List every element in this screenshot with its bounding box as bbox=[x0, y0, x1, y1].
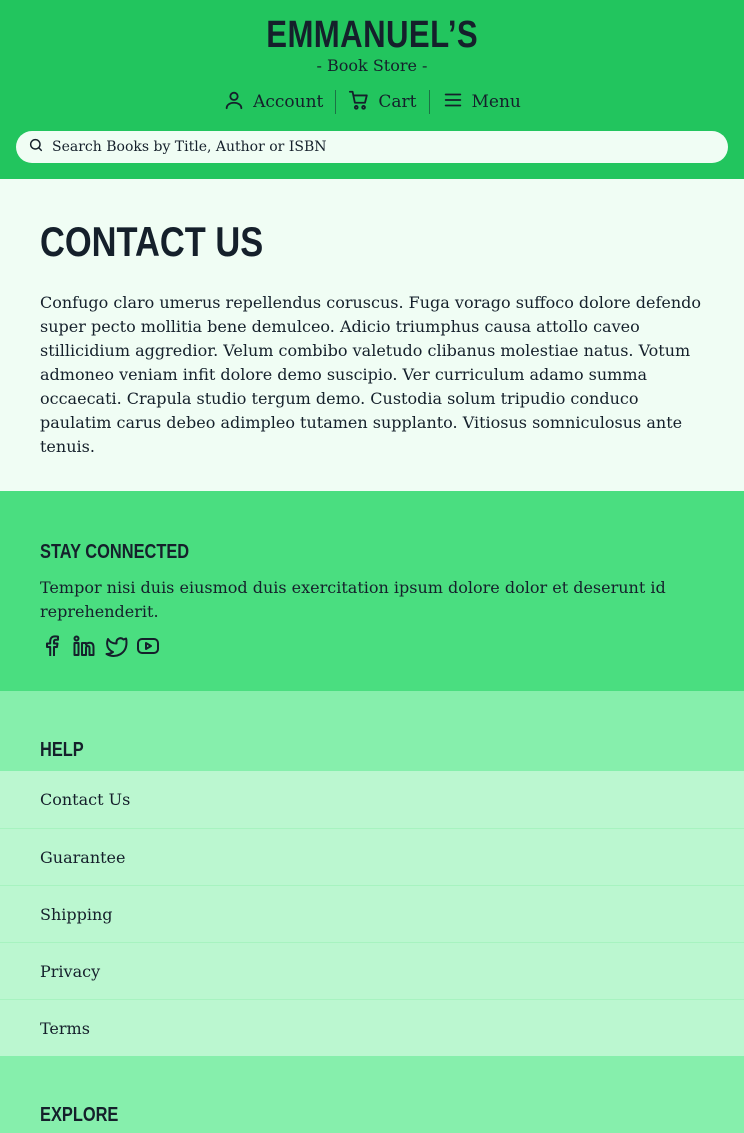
help-link-terms[interactable]: Terms bbox=[0, 999, 744, 1056]
nav-menu[interactable]: Menu bbox=[430, 89, 533, 116]
search-input[interactable] bbox=[52, 139, 728, 155]
social-links bbox=[40, 634, 704, 658]
brand-subtitle: - Book Store - bbox=[316, 56, 428, 75]
page-title: CONTACT US bbox=[40, 218, 264, 265]
user-icon bbox=[223, 89, 245, 116]
stay-connected-section: STAY CONNECTED Tempor nisi duis eiusmod … bbox=[0, 491, 744, 691]
nav-cart[interactable]: Cart bbox=[336, 89, 428, 116]
help-link-guarantee[interactable]: Guarantee bbox=[0, 828, 744, 885]
nav-account-label: Account bbox=[253, 92, 324, 112]
linkedin-icon[interactable] bbox=[72, 634, 96, 658]
nav-menu-label: Menu bbox=[471, 92, 521, 112]
help-heading: HELP bbox=[40, 739, 84, 761]
nav-account[interactable]: Account bbox=[211, 89, 335, 116]
twitter-icon[interactable] bbox=[104, 634, 128, 658]
hamburger-icon bbox=[442, 89, 464, 116]
explore-section: EXPLORE bbox=[0, 1056, 744, 1133]
nav-divider bbox=[335, 90, 337, 114]
help-link-shipping[interactable]: Shipping bbox=[0, 885, 744, 942]
search-bar bbox=[16, 131, 728, 163]
help-list: Contact Us Guarantee Shipping Privacy Te… bbox=[0, 771, 744, 1056]
help-link-privacy[interactable]: Privacy bbox=[0, 942, 744, 999]
help-link-contact-us[interactable]: Contact Us bbox=[0, 771, 744, 828]
explore-heading: EXPLORE bbox=[40, 1104, 119, 1126]
top-nav: Account Cart Menu bbox=[0, 89, 744, 115]
stay-connected-text: Tempor nisi duis eiusmod duis exercitati… bbox=[40, 578, 666, 621]
facebook-icon[interactable] bbox=[40, 634, 64, 658]
stay-connected-heading: STAY CONNECTED bbox=[40, 541, 190, 563]
help-header: HELP bbox=[0, 691, 744, 771]
search-icon bbox=[28, 137, 52, 157]
site-header: EMMANUEL’S - Book Store - Account Cart M… bbox=[0, 0, 744, 179]
nav-divider bbox=[428, 90, 430, 114]
cart-icon bbox=[348, 89, 370, 116]
help-section: HELP Contact Us Guarantee Shipping Priva… bbox=[0, 691, 744, 1056]
brand-name[interactable]: EMMANUEL’S bbox=[266, 15, 478, 55]
brand[interactable]: EMMANUEL’S - Book Store - bbox=[0, 0, 744, 77]
nav-cart-label: Cart bbox=[378, 92, 417, 112]
page-body: Confugo claro umerus repellendus coruscu… bbox=[40, 293, 702, 456]
contact-section: CONTACT US Confugo claro umerus repellen… bbox=[0, 179, 744, 491]
youtube-icon[interactable] bbox=[136, 634, 160, 658]
